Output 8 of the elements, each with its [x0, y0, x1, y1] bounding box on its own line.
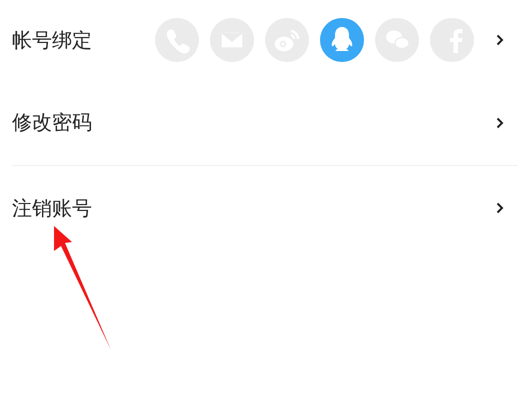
chevron-icon	[496, 34, 504, 46]
settings-row[interactable]: 帐号绑定	[12, 0, 518, 80]
chevron-icon	[496, 116, 504, 128]
row-label: 注销账号	[12, 194, 93, 222]
chevron-icon	[496, 202, 504, 214]
row-label: 修改密码	[12, 109, 93, 136]
settings-row[interactable]: 修改密码	[12, 80, 518, 165]
row-label: 帐号绑定	[12, 26, 93, 54]
